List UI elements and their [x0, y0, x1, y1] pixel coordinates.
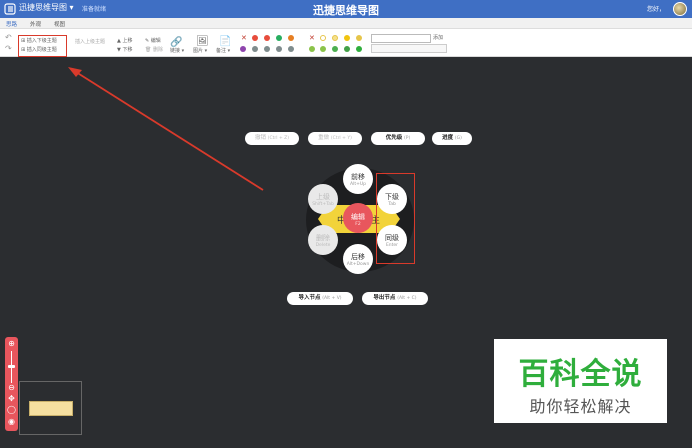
- progress-pill[interactable]: 进度 (G): [432, 132, 472, 145]
- priority-pill[interactable]: 优先级 (P): [371, 132, 425, 145]
- annotation-box-radial: [376, 173, 415, 264]
- minimap[interactable]: [19, 381, 82, 435]
- import-node-pill[interactable]: 导入节点 (Alt + V): [287, 292, 353, 305]
- zoom-out-icon[interactable]: ⊖: [5, 383, 18, 393]
- move-back-button[interactable]: 后移 Alt+Down: [343, 244, 373, 274]
- zoom-slider-handle[interactable]: [8, 365, 15, 368]
- redo-pill[interactable]: 重做 (Ctrl + Y): [308, 132, 362, 145]
- eye-icon[interactable]: ◉: [5, 417, 18, 427]
- move-forward-button[interactable]: 前移 Alt+Up: [343, 164, 373, 194]
- undo-pill[interactable]: 撤销 (Ctrl + Z): [245, 132, 299, 145]
- insert-parent-radial-button[interactable]: 上级 Shift+Tab: [308, 184, 338, 214]
- zoom-bar: ⊕ ⊖ ✥ ◯ ◉: [5, 337, 18, 431]
- edit-radial-button[interactable]: 编辑 F2: [343, 203, 373, 233]
- move-icon[interactable]: ✥: [5, 394, 18, 404]
- fit-icon[interactable]: ◯: [5, 405, 18, 415]
- watermark-subtitle: 助你轻松解决: [529, 397, 632, 416]
- delete-radial-button[interactable]: 删除 Delete: [308, 225, 338, 255]
- zoom-in-icon[interactable]: ⊕: [5, 339, 18, 349]
- minimap-node: [29, 401, 73, 416]
- export-node-pill[interactable]: 导出节点 (Alt + C): [362, 292, 428, 305]
- watermark-title: 百科全说: [518, 357, 643, 392]
- watermark: 百科全说 助你轻松解决: [494, 339, 667, 423]
